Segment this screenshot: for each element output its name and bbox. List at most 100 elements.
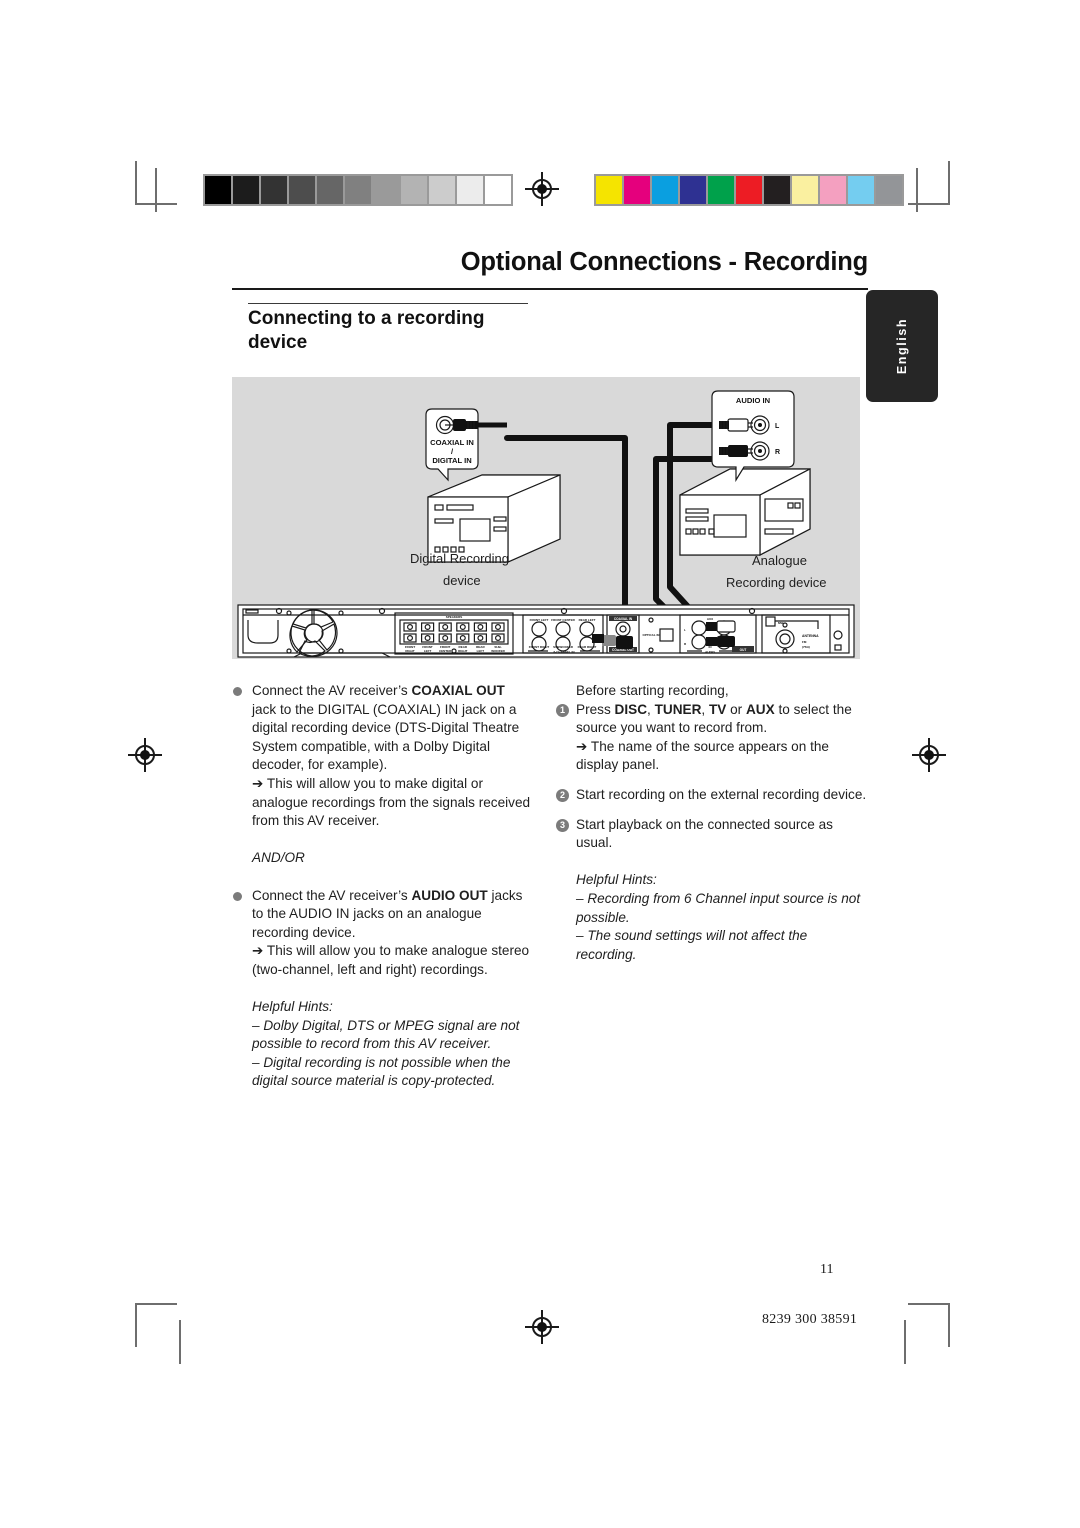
right-hint-2: – The sound settings will not affect the… [556,927,868,964]
step1-tv-emphasis: TV [709,702,726,717]
registration-mark-bottom-center [525,1310,559,1344]
speaker-label-bottom: LEFT [477,649,485,653]
grayscale-calibration-strip [203,174,513,206]
left-hint-1-text: – Dolby Digital, DTS or MPEG signal are … [252,1018,519,1052]
grayscale-swatch-1 [233,176,259,204]
crop-mark-bottom-right-bar [904,1320,906,1364]
grayscale-swatch-6 [373,176,399,204]
step1-sep-3: or [726,702,746,717]
speaker-label-bottom: RIGHT [405,649,415,653]
step-3: 3 Start playback on the connected source… [556,816,868,853]
audio-left-label: L [684,628,686,632]
bullet2-audio-out-emphasis: AUDIO OUT [411,888,487,903]
grayscale-swatch-9 [457,176,483,204]
step1-tuner-emphasis: TUNER [655,702,702,717]
left-hints-heading-label: Helpful Hints: [252,999,333,1014]
six-channel-label-bottom: REAR RIGHT [578,645,597,649]
callout-audio-in-label: AUDIO IN [736,396,770,405]
page-number: 11 [820,1262,833,1278]
right-hint-2-text: – The sound settings will not affect the… [576,928,807,962]
left-hint-2: – Digital recording is not possible when… [232,1054,532,1091]
crop-mark-bottom-right-vertical [948,1303,950,1347]
av-receiver-rear-panel: SPEAKERS FRONTRIGHTFRONTLEFTFRONTCENTERR… [238,605,854,657]
color-swatch-8 [820,176,846,204]
right-hints-heading-label: Helpful Hints: [576,872,657,887]
step-2: 2 Start recording on the external record… [556,786,868,805]
crop-mark-top-right-horizontal [908,203,950,205]
subtitle-divider [248,303,528,304]
digital-device-label-line1: Digital Recording [410,551,509,566]
digital-device-label-line2: device [443,573,481,588]
crop-mark-bottom-left-horizontal [135,1303,177,1305]
color-swatch-2 [652,176,678,204]
recording-intro-text: Before starting recording, [576,683,729,698]
callout-digital-in-line3: DIGITAL IN [432,456,471,465]
bullet1-coaxial-out-emphasis: COAXIAL OUT [411,683,504,698]
audio-out-label: OUT [740,648,747,652]
bullet1-arrow-text: ➔ This will allow you to make digital or… [252,776,530,828]
antenna-title: ANTENNA [802,634,819,638]
step1-disc-emphasis: DISC [615,702,647,717]
callout-audio-in: AUDIO IN L R [712,391,794,480]
registration-mark-top-center [525,172,559,206]
audio-aux-label: AUX [707,617,713,621]
left-hint-1: – Dolby Digital, DTS or MPEG signal are … [232,1017,532,1054]
registration-mark-left-middle [128,738,162,772]
step1-aux-emphasis: AUX [746,702,775,717]
connection-diagram: .ln{fill:none;stroke:#1a1a1a;stroke-widt… [232,377,860,659]
analogue-device-label-line1: Analogue [752,553,807,568]
bullet1-result: ➔ This will allow you to make digital or… [232,775,532,831]
right-hints-heading: Helpful Hints: [556,871,868,890]
crop-mark-top-left-bar [155,168,157,212]
section-subtitle: Connecting to a recording device [248,307,548,355]
analogue-recording-device-illustration [680,469,810,555]
speaker-label-bottom: RIGHT [458,649,468,653]
language-tab-english: English [866,290,938,402]
color-calibration-strip [594,174,904,206]
title-divider [232,288,868,290]
language-tab-label: English [895,318,909,374]
six-channel-label-top: REAR LEFT [579,618,596,622]
right-hint-1: – Recording from 6 Channel input source … [556,890,868,927]
audio-block-title: AUDIO [705,650,715,654]
crop-mark-bottom-right-horizontal [908,1303,950,1305]
bullet-coaxial-out: Connect the AV receiver’s COAXIAL OUT ja… [232,682,532,775]
callout-coaxial-digital-in: COAXIAL IN / DIGITAL IN [426,409,507,480]
right-hint-1-text: – Recording from 6 Channel input source … [576,891,860,925]
color-swatch-0 [596,176,622,204]
bullet2-result: ➔ This will allow you to make analogue s… [232,942,532,979]
step-1: 1 Press DISC, TUNER, TV or AUX to select… [556,701,868,738]
step3-text: Start playback on the connected source a… [576,817,833,851]
crop-mark-top-right-bar [916,168,918,212]
color-swatch-4 [708,176,734,204]
six-channel-label-bottom: SUBWOOFER [553,645,574,649]
left-hint-2-text: – Digital recording is not possible when… [252,1055,510,1089]
crop-mark-top-right-vertical [948,161,950,205]
step1-sep-1: , [647,702,655,717]
six-channel-in-title: 6-CHANNEL IN [553,650,574,654]
step-3-number-badge: 3 [556,819,569,832]
color-swatch-5 [736,176,762,204]
speakers-block-title: SPEAKERS [446,615,463,619]
grayscale-swatch-8 [429,176,455,204]
color-swatch-3 [680,176,706,204]
right-text-column: Before starting recording, 1 Press DISC,… [556,682,868,964]
crop-mark-top-left-vertical [135,161,137,205]
color-swatch-6 [764,176,790,204]
speaker-label-bottom: LEFT [424,649,432,653]
analogue-device-label-line2: Recording device [726,575,826,590]
color-swatch-7 [792,176,818,204]
grayscale-swatch-3 [289,176,315,204]
six-channel-label-top: FRONT CENTER [551,618,575,622]
step2-text: Start recording on the external recordin… [576,787,866,802]
and-or-label: AND/OR [252,850,305,865]
callout-coaxial-in-line1: COAXIAL IN [430,438,474,447]
color-swatch-1 [624,176,650,204]
step-2-number-badge: 2 [556,789,569,802]
crop-mark-bottom-left-bar [179,1320,181,1364]
antenna-fm-label: FM [802,640,807,644]
six-channel-label-bottom: FRONT RIGHT [529,645,550,649]
grayscale-swatch-7 [401,176,427,204]
grayscale-swatch-2 [261,176,287,204]
bullet2-text-pre: Connect the AV receiver’s [252,888,411,903]
